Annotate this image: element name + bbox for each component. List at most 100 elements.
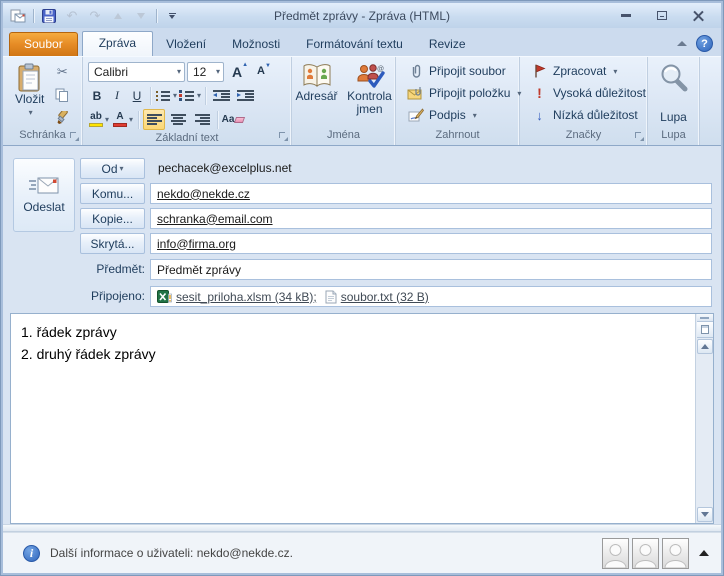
high-importance-label: Vysoká důležitost (553, 86, 646, 100)
bullets-icon[interactable] (155, 85, 177, 106)
bold-button[interactable]: B (88, 86, 106, 105)
group-label-tags: Značky (565, 129, 602, 141)
follow-up-button[interactable]: Zpracovat (528, 60, 644, 82)
attach-item-label: Připojit položku (429, 86, 511, 100)
follow-up-label: Zpracovat (553, 64, 607, 78)
attached-label: Připojeno: (90, 289, 145, 303)
expand-people-pane-icon[interactable] (699, 550, 709, 556)
flag-icon (531, 64, 548, 78)
tab-insert[interactable]: Vložení (153, 33, 219, 56)
shrink-font-button[interactable]: A (250, 61, 272, 82)
copy-icon[interactable] (51, 84, 73, 105)
subject-input[interactable] (150, 259, 712, 280)
ribbon-group-basic-text: Calibri 12 A A B I U (83, 57, 292, 145)
cut-icon[interactable]: ✂ (51, 61, 73, 82)
underline-button[interactable]: U (128, 86, 146, 105)
low-importance-label: Nízká důležitost (553, 108, 638, 122)
signature-button[interactable]: Podpis (404, 104, 516, 126)
increase-indent-icon[interactable] (234, 85, 256, 106)
cc-input[interactable] (150, 208, 712, 229)
title-bar: ↶ ↷ Předmět zprávy - Zpráva (HTML) (3, 3, 721, 28)
split-handle[interactable] (696, 314, 713, 322)
svg-text:@: @ (377, 66, 384, 73)
ribbon: Vložit ✂ (3, 56, 721, 146)
tab-format-text[interactable]: Formátování textu (293, 33, 416, 56)
basic-text-dialog-launcher-icon[interactable] (279, 132, 289, 142)
signature-pen-icon (407, 108, 424, 122)
ruler-toggle-icon[interactable] (696, 322, 713, 338)
info-icon: i (23, 544, 40, 562)
attach-file-label: Připojit soubor (429, 64, 506, 78)
attachment-link-excel[interactable]: sesit_priloha.xlsm (34 kB); (176, 290, 317, 304)
avatar[interactable] (662, 537, 689, 569)
check-names-label: Kontrola jmen (347, 89, 392, 116)
message-body[interactable]: 1. řádek zprávy 2. druhý řádek zprávy (10, 313, 714, 524)
cc-button[interactable]: Kopie... (80, 208, 145, 229)
subject-label: Předmět: (96, 262, 145, 276)
attach-file-button[interactable]: Připojit soubor (404, 60, 516, 82)
avatar[interactable] (602, 537, 629, 569)
check-names-icon: @ (357, 64, 385, 88)
tab-message[interactable]: Zpráva (81, 31, 154, 56)
tab-review[interactable]: Revize (416, 33, 479, 56)
paperclip-icon (407, 63, 424, 79)
close-button[interactable] (687, 8, 709, 24)
align-right-button[interactable] (191, 109, 213, 130)
body-line-1: 1. řádek zprávy (21, 324, 117, 340)
check-names-button[interactable]: @ Kontrola jmen (344, 60, 396, 128)
attachment-link-text[interactable]: soubor.txt (32 B) (341, 290, 429, 304)
attachments-field[interactable]: sesit_priloha.xlsm (34 kB); soubor.txt (… (150, 286, 712, 307)
people-pane-splitter[interactable] (3, 524, 721, 532)
font-name-combo[interactable]: Calibri (88, 61, 185, 82)
to-input[interactable] (150, 183, 712, 204)
scroll-up-icon[interactable] (696, 339, 713, 354)
align-center-button[interactable] (167, 109, 189, 130)
contact-avatars (602, 537, 689, 569)
ribbon-group-names: Adresář @ Kontrola jmen Jména (292, 57, 396, 145)
scroll-down-icon[interactable] (696, 507, 713, 522)
text-file-icon (325, 290, 337, 303)
format-painter-icon[interactable] (51, 107, 73, 128)
font-color-icon[interactable]: A (112, 109, 134, 130)
from-button[interactable]: Od (80, 158, 145, 179)
italic-button[interactable]: I (108, 86, 126, 105)
avatar[interactable] (632, 537, 659, 569)
to-button-label: Komu... (91, 186, 134, 201)
ribbon-group-zoom: Lupa Lupa (648, 57, 700, 145)
minimize-ribbon-icon[interactable] (677, 41, 687, 46)
font-name-value: Calibri (94, 64, 129, 79)
minimize-button[interactable] (615, 8, 637, 24)
group-label-names: Jména (326, 129, 361, 141)
align-left-button[interactable] (143, 109, 165, 130)
bcc-button[interactable]: Skrytá... (80, 233, 145, 254)
address-book-button[interactable]: Adresář (292, 60, 342, 128)
high-importance-button[interactable]: ! Vysoká důležitost (528, 82, 646, 104)
restore-button[interactable] (651, 8, 673, 24)
tab-file[interactable]: Soubor (9, 32, 78, 56)
app-mail-icon[interactable] (8, 7, 28, 25)
low-importance-button[interactable]: ↓ Nízká důležitost (528, 104, 644, 126)
tab-options[interactable]: Možnosti (219, 33, 293, 56)
decrease-indent-icon[interactable] (210, 85, 232, 106)
vertical-scrollbar[interactable] (695, 314, 713, 523)
zoom-button[interactable]: Lupa (652, 60, 696, 128)
font-size-combo[interactable]: 12 (187, 61, 224, 82)
help-icon[interactable]: ? (696, 35, 713, 52)
ribbon-tab-bar: Soubor Zpráva Vložení Možnosti Formátová… (3, 28, 721, 56)
clipboard-dialog-launcher-icon[interactable] (70, 132, 80, 142)
to-button[interactable]: Komu... (80, 183, 145, 204)
numbering-icon[interactable] (179, 85, 201, 106)
zoom-button-label: Lupa (660, 110, 687, 124)
send-button[interactable]: Odeslat (13, 158, 75, 232)
undo-icon[interactable]: ↶ (62, 7, 82, 25)
grow-font-button[interactable]: A (226, 61, 248, 82)
tags-dialog-launcher-icon[interactable] (635, 132, 645, 142)
envelope-paperclip-icon (407, 86, 424, 100)
redo-icon[interactable]: ↷ (85, 7, 105, 25)
paste-button[interactable]: Vložit (11, 60, 48, 128)
attach-item-button[interactable]: Připojit položku (404, 82, 516, 104)
clear-formatting-icon[interactable]: Aa (222, 109, 246, 130)
text-highlight-icon[interactable]: ab (88, 109, 110, 130)
bcc-input[interactable] (150, 233, 712, 254)
save-icon[interactable] (39, 7, 59, 25)
